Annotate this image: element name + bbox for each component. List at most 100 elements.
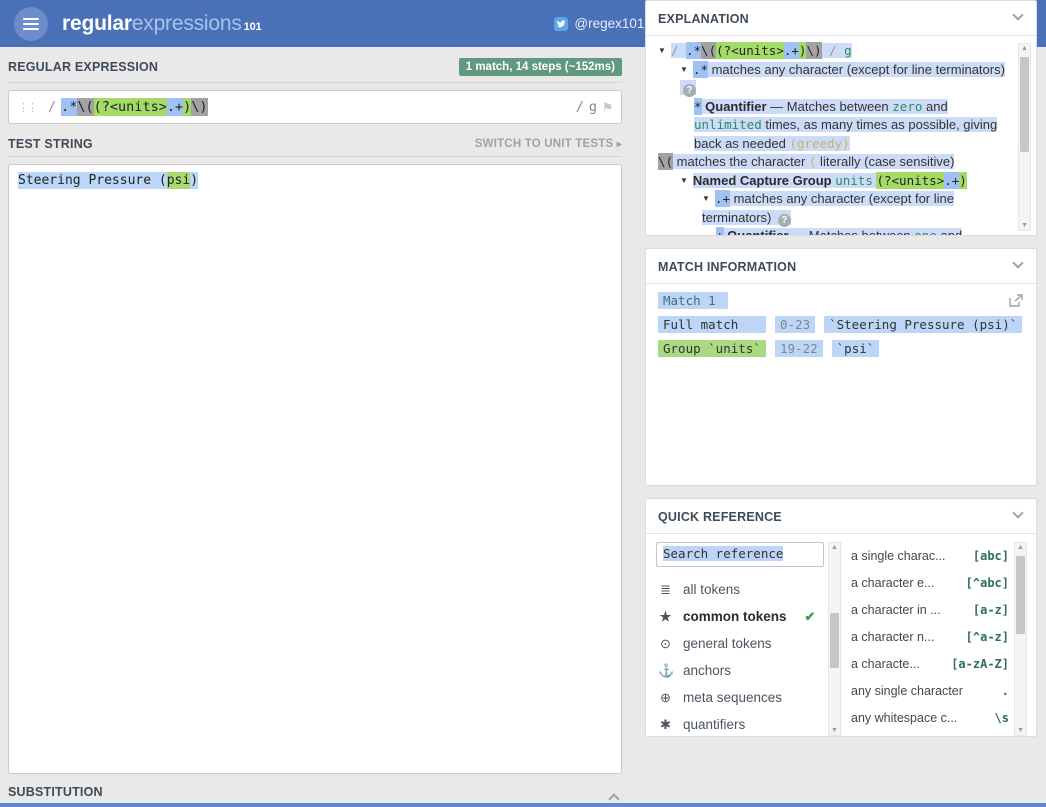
explanation-panel: EXPLANATION ▼/ .*\((?<units>.+)\) / g▼.*… [645, 0, 1037, 236]
explanation-segment: (greedy) [789, 136, 849, 151]
category-label: anchors [683, 663, 731, 678]
explanation-segment: units [835, 173, 873, 188]
reference-entry[interactable]: a characte...[a-zA-Z] [851, 650, 1009, 677]
regex-pattern: .*\((?<units>.+)\) [61, 99, 207, 115]
explanation-segment: Quantifier [724, 228, 789, 235]
explanation-line-text: Named Capture Group units (?<units>.+) [693, 173, 967, 188]
regex-flags[interactable]: g [589, 99, 597, 115]
category-item-meta-sequences[interactable]: ⊕ meta sequences [658, 684, 818, 711]
regex-close-delimiter: / [576, 99, 584, 115]
scrollbar-thumb[interactable] [1020, 57, 1029, 152]
explanation-line: ▼.* matches any character (except for li… [658, 61, 1010, 98]
collapse-arrow-icon[interactable]: ▼ [680, 65, 688, 74]
reference-entry[interactable]: a character n...[^a-z] [851, 623, 1009, 650]
explanation-segment: .+ [784, 42, 799, 59]
reference-search-input[interactable]: Search reference [656, 542, 824, 567]
match-row: Full match0-23`Steering Pressure (psi)` [658, 316, 1024, 333]
triangle-right-icon: ▸ [617, 139, 622, 150]
category-label: meta sequences [683, 690, 782, 705]
match-rows: Full match0-23`Steering Pressure (psi)` G… [658, 316, 1024, 357]
explanation-segment: unlimited [694, 117, 762, 132]
scroll-up-arrow[interactable]: ▲ [829, 544, 840, 551]
reference-entry-label: a single charac... [851, 549, 946, 563]
explanation-title: EXPLANATION [658, 12, 749, 26]
token-category-list: ≣all tokens★common tokens✔⊙general token… [658, 576, 818, 738]
category-list-scrollbar[interactable]: ▲ ▼ [828, 542, 841, 736]
explanation-segment: — Matches between [789, 228, 915, 235]
collapse-arrow-icon[interactable]: ▼ [702, 194, 710, 203]
scroll-down-arrow[interactable]: ▼ [829, 727, 840, 734]
explanation-line: ▼ Named Capture Group units (?<units>.+) [658, 172, 1010, 191]
category-item-quantifiers[interactable]: ✱ quantifiers [658, 711, 818, 738]
chevron-down-icon[interactable] [1012, 9, 1023, 20]
scroll-up-arrow[interactable]: ▲ [1019, 45, 1030, 52]
reference-entry[interactable]: a single charac... [abc] [851, 542, 1009, 569]
explanation-segment: and [922, 99, 947, 114]
chevron-down-icon[interactable] [1012, 257, 1023, 268]
category-item-common-tokens[interactable]: ★common tokens✔ [658, 603, 818, 630]
regex-input[interactable]: ⋮⋮ / .*\((?<units>.+)\) / g ⚑ [8, 90, 622, 124]
explanation-segment: and [937, 228, 962, 235]
drag-handle-icon[interactable]: ⋮⋮ [18, 101, 36, 114]
globe-icon: ⊕ [658, 690, 673, 706]
match-row-label: Group `units` [658, 340, 766, 357]
reference-entry[interactable]: any whitespace c...\s [851, 704, 1009, 731]
match-row-value: `psi` [832, 340, 880, 357]
explanation-segment: + [716, 227, 724, 235]
reference-entry-code: \s [995, 711, 1009, 725]
explanation-line-text: + Quantifier — Matches between one and [716, 228, 962, 235]
logo-part-101: 101 [244, 21, 262, 33]
left-column: REGULAR EXPRESSION 1 match, 14 steps (~1… [8, 58, 622, 805]
match-information-body: Match 1 Full match0-23`Steering Pressure… [646, 284, 1036, 372]
flags-menu-icon[interactable]: ⚑ [603, 98, 612, 116]
reference-entry[interactable]: a character e...[^abc] [851, 569, 1009, 596]
reference-entry[interactable]: a character in ...[a-z] [851, 596, 1009, 623]
reference-list-scrollbar[interactable]: ▲ ▼ [1014, 542, 1027, 736]
help-icon[interactable]: ? [683, 84, 696, 97]
match-1-label: Match 1 [658, 292, 728, 309]
test-string-input[interactable]: Steering Pressure (psi) [8, 164, 622, 774]
scrollbar-thumb[interactable] [830, 613, 839, 668]
test-string-text: Steering Pressure (psi) [18, 172, 198, 189]
quick-reference-body: Search reference ≣all tokens★common toke… [646, 534, 1036, 744]
asterisk-icon: ✱ [658, 717, 673, 733]
reference-entry[interactable]: any single character. [851, 677, 1009, 704]
switch-to-unit-tests-link[interactable]: SWITCH TO UNIT TESTS ▸ [475, 138, 622, 150]
explanation-line-text: .+ matches any character (except for lin… [702, 191, 954, 225]
explanation-line-text: \( matches the character ( literally (ca… [658, 154, 954, 169]
collapse-arrow-icon[interactable]: ▼ [658, 46, 666, 55]
category-label: quantifiers [683, 717, 745, 732]
explanation-segment: matches any character (except for line t… [708, 62, 1005, 77]
export-matches-icon[interactable] [1009, 294, 1024, 310]
match-information-title: MATCH INFORMATION [658, 260, 796, 274]
explanation-scrollbar[interactable]: ▲ ▼ [1018, 43, 1031, 231]
target-icon: ⊙ [658, 636, 673, 652]
scroll-down-arrow[interactable]: ▼ [1015, 727, 1026, 734]
scroll-up-arrow[interactable]: ▲ [1015, 544, 1026, 551]
reference-entry-code: [abc] [973, 549, 1009, 563]
category-item-general-tokens[interactable]: ⊙general tokens [658, 630, 818, 657]
explanation-line: \( matches the character ( literally (ca… [658, 153, 1010, 172]
scrollbar-thumb[interactable] [1016, 556, 1025, 634]
explanation-segment: matches any character (except for line t… [702, 191, 954, 225]
chevron-down-icon[interactable] [1012, 507, 1023, 518]
collapse-arrow-icon[interactable]: ▼ [680, 176, 688, 185]
explanation-line: * Quantifier — Matches between zero and … [658, 98, 1010, 154]
help-icon[interactable]: ? [778, 214, 791, 227]
explanation-segment: \) [806, 42, 821, 59]
reference-entry-label: a characte... [851, 657, 920, 671]
category-item-all-tokens[interactable]: ≣all tokens [658, 576, 818, 603]
regex-token: .+ [167, 98, 183, 116]
regex101-app: regularexpressions101 @regex101$donate➤c… [0, 0, 1046, 807]
logo-part-regular: regular [62, 12, 132, 35]
scroll-down-arrow[interactable]: ▼ [1019, 222, 1030, 229]
reference-entry-label: a character n... [851, 630, 934, 644]
hamburger-menu-button[interactable] [14, 7, 48, 41]
explanation-segment: g [844, 43, 852, 58]
match-highlight: ) [190, 172, 198, 189]
substitution-header[interactable]: SUBSTITUTION [8, 783, 622, 805]
category-item-anchors[interactable]: ⚓anchors [658, 657, 818, 684]
nav-link--regex101[interactable]: @regex101 [554, 16, 644, 31]
regex-token: (?<units> [94, 98, 167, 116]
test-string-title: TEST STRING [8, 137, 93, 151]
